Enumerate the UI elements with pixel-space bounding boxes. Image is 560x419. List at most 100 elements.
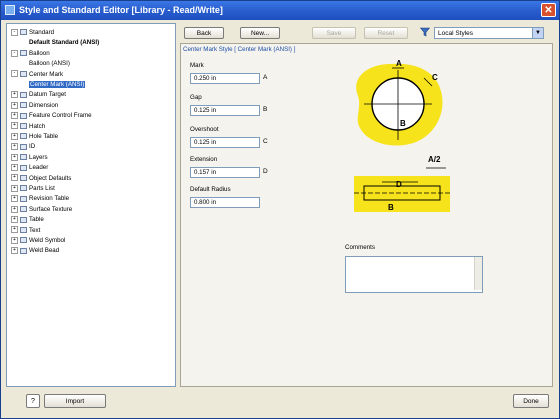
default-radius-input[interactable]: 0.800 in (190, 197, 260, 208)
balloon-icon (20, 50, 27, 57)
hole-table-icon (20, 133, 27, 140)
editor-tab-label: Center Mark Style [ Center Mark (ANSI) ] (183, 46, 296, 53)
tree-item-datum-target[interactable]: + Datum Target (11, 90, 66, 99)
tree-item-balloon-ansi[interactable]: Balloon (ANSI) (29, 59, 70, 68)
expand-icon[interactable]: + (11, 122, 18, 130)
tree-item-label: Balloon (ANSI) (29, 60, 70, 68)
tree-item-layers[interactable]: + Layers (11, 153, 48, 162)
expand-icon[interactable]: + (11, 226, 18, 234)
tree-item-label: Parts List (29, 185, 55, 192)
tree-item-center-mark[interactable]: - Center Mark (11, 70, 63, 79)
collapse-icon[interactable]: - (11, 28, 18, 36)
extension-input[interactable]: 0.157 in (190, 167, 260, 178)
tree-item-label: ID (29, 143, 36, 151)
mark-diagram-key: A (263, 74, 268, 81)
extension-diagram-key: D (263, 168, 268, 175)
hatch-icon (20, 122, 27, 129)
tree-item-weld-bead[interactable]: + Weld Bead (11, 246, 59, 255)
gap-input[interactable]: 0.125 in (190, 105, 260, 116)
tree-item-label: Layers (29, 153, 48, 161)
new-button[interactable]: New... (240, 27, 280, 39)
tree-item-standard[interactable]: - Standard (11, 28, 54, 37)
tree-item-id[interactable]: + ID (11, 142, 35, 151)
label-c: C (432, 73, 438, 82)
tree-item-label: Center Mark (29, 70, 64, 78)
overshoot-input[interactable]: 0.125 in (190, 137, 260, 148)
comments-scrollbar[interactable] (474, 257, 482, 290)
tree-item-hole-table[interactable]: + Hole Table (11, 132, 58, 141)
center-mark-diagram: A C B D B A/2 (354, 59, 450, 212)
tree-item-object-defaults[interactable]: + Object Defaults (11, 174, 71, 183)
close-button[interactable]: ✕ (541, 3, 556, 17)
bottom-highlight (354, 176, 450, 212)
expand-icon[interactable]: + (11, 216, 18, 224)
tree-item-hatch[interactable]: + Hatch (11, 122, 45, 131)
expand-icon[interactable]: + (11, 153, 18, 161)
revision-table-icon (20, 195, 27, 202)
tree-item-table[interactable]: + Table (11, 215, 44, 224)
extension-label: Extension (190, 156, 218, 163)
standard-icon (20, 29, 27, 36)
app-icon (5, 5, 15, 15)
reset-button[interactable]: Reset (364, 27, 408, 39)
tree-item-label: Revision Table (29, 195, 70, 203)
done-button[interactable]: Done (513, 394, 549, 408)
table-icon (20, 216, 27, 223)
gap-diagram-key: B (263, 106, 268, 113)
label-d: D (396, 180, 402, 189)
style-tree[interactable]: - Standard Default Standard (ANSI) - Balloon… (6, 23, 176, 387)
tree-item-label: Dimension (29, 101, 59, 109)
import-button[interactable]: Import (44, 394, 106, 408)
window-title: Style and Standard Editor [Library - Rea… (19, 5, 223, 15)
expand-icon[interactable]: + (11, 112, 18, 120)
expand-icon[interactable]: + (11, 195, 18, 203)
label-b-side: B (388, 203, 394, 212)
expand-icon[interactable]: + (11, 184, 18, 192)
comments-label: Comments (345, 244, 375, 251)
tree-item-label: Standard (29, 29, 55, 36)
tree-item-default-standard-ansi[interactable]: Default Standard (ANSI) (29, 38, 99, 47)
tree-item-feature-control-frame[interactable]: + Feature Control Frame (11, 111, 92, 120)
filter-icon[interactable] (420, 27, 430, 37)
chevron-down-icon[interactable]: ▼ (532, 28, 543, 38)
tree-item-weld-symbol[interactable]: + Weld Symbol (11, 236, 65, 245)
expand-icon[interactable]: + (11, 236, 18, 244)
close-icon: ✕ (544, 5, 553, 16)
tree-item-revision-table[interactable]: + Revision Table (11, 194, 69, 203)
expand-icon[interactable]: + (11, 205, 18, 213)
expand-icon[interactable]: + (11, 174, 18, 182)
expand-icon[interactable]: + (11, 101, 18, 109)
expand-icon[interactable]: + (11, 247, 18, 255)
mark-input[interactable]: 0.250 in (190, 73, 260, 84)
mark-label: Mark (190, 62, 204, 69)
feature-control-frame-icon (20, 112, 27, 119)
tree-item-label: Hole Table (29, 133, 59, 140)
tree-item-balloon[interactable]: - Balloon (11, 49, 50, 58)
tree-item-label: Center Mark (ANSI) (29, 81, 86, 88)
leader-icon (20, 164, 27, 171)
expand-icon[interactable]: + (11, 132, 18, 140)
default-radius-label: Default Radius (190, 186, 231, 193)
tree-item-center-mark-ansi[interactable]: Center Mark (ANSI) (29, 80, 86, 89)
help-icon: ? (31, 398, 35, 405)
tree-item-leader[interactable]: + Leader (11, 163, 48, 172)
style-filter-select[interactable]: Local Styles ▼ (434, 27, 544, 39)
comments-textarea[interactable] (345, 256, 483, 293)
expand-icon[interactable]: + (11, 143, 18, 151)
weld-symbol-icon (20, 237, 27, 244)
title-bar[interactable]: Style and Standard Editor [Library - Rea… (1, 1, 559, 20)
expand-icon[interactable]: + (11, 164, 18, 172)
expand-icon[interactable]: + (11, 91, 18, 99)
save-button[interactable]: Save (312, 27, 356, 39)
tree-item-parts-list[interactable]: + Parts List (11, 184, 55, 193)
collapse-icon[interactable]: - (11, 49, 18, 57)
tree-item-dimension[interactable]: + Dimension (11, 101, 58, 110)
back-button[interactable]: Back (184, 27, 224, 39)
gap-label: Gap (190, 94, 202, 101)
help-button[interactable]: ? (26, 394, 40, 408)
tree-item-text[interactable]: + Text (11, 226, 40, 235)
text-icon (20, 226, 27, 233)
collapse-icon[interactable]: - (11, 70, 18, 78)
tree-item-surface-texture[interactable]: + Surface Texture (11, 205, 72, 214)
datum-target-icon (20, 91, 27, 98)
